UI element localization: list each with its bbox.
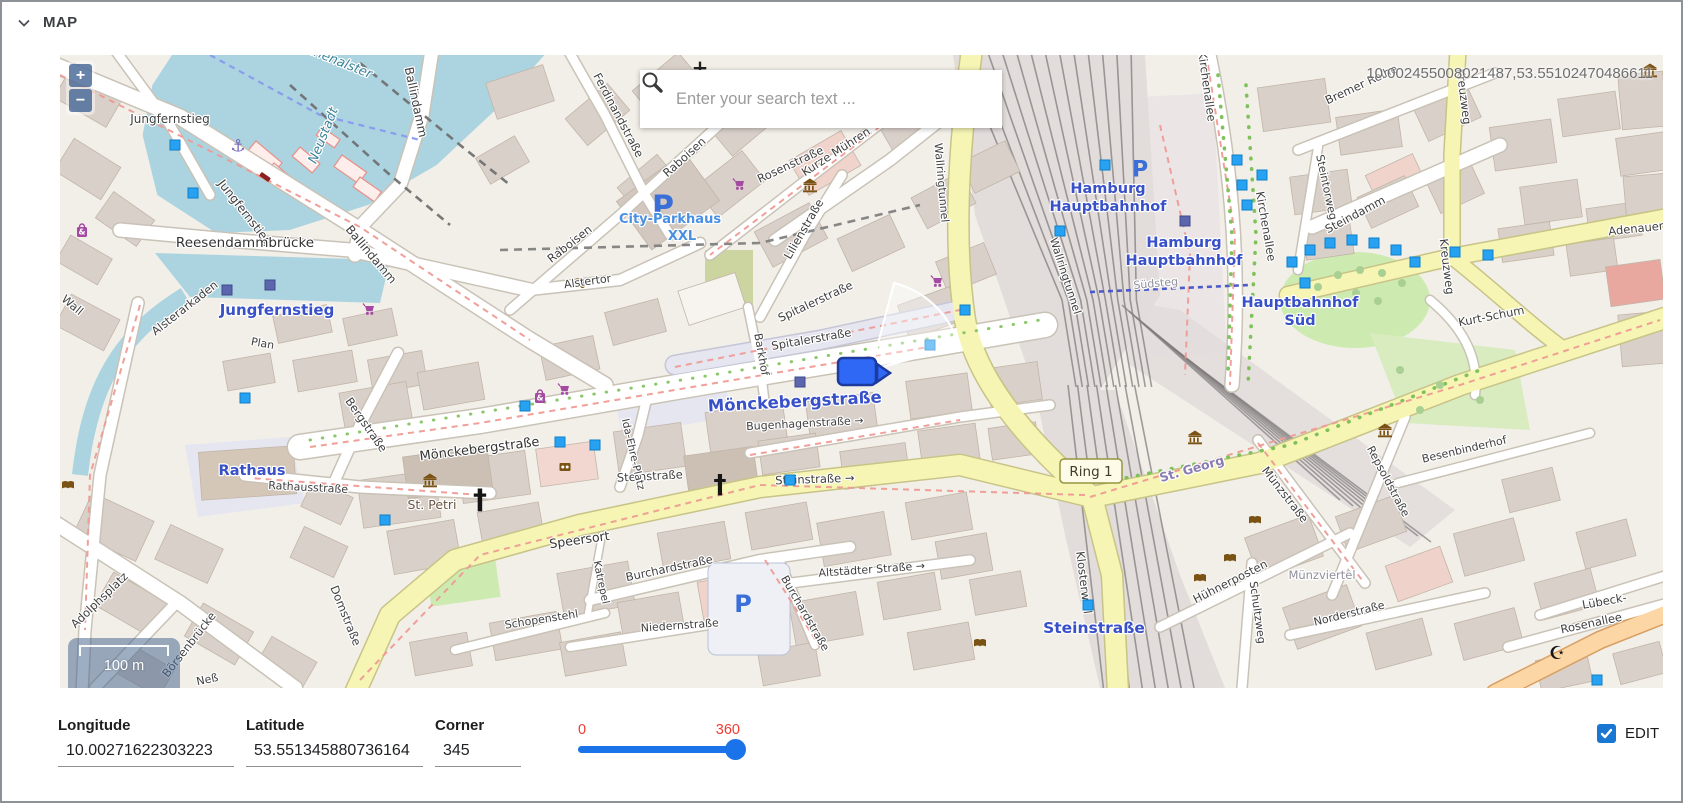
longitude-label: Longitude: [58, 717, 130, 734]
church-cross-icon: †: [714, 470, 727, 500]
map-label: Hauptbahnhof: [1126, 253, 1244, 269]
section-title: MAP: [43, 14, 78, 31]
vertex-handle[interactable]: [380, 515, 390, 525]
map-search[interactable]: [640, 70, 1002, 128]
station-square-marker: [1180, 216, 1190, 226]
map-section-header[interactable]: MAP: [17, 14, 78, 31]
map-label: Jungfernstieg: [219, 301, 335, 319]
map-label: St. Petri: [407, 497, 456, 512]
svg-text:†: †: [714, 470, 727, 500]
station-square-marker: [222, 285, 232, 295]
slider-max-label: 360: [716, 722, 740, 738]
parking-icon: P: [734, 590, 752, 618]
vertex-handle[interactable]: [785, 475, 795, 485]
map-label: Reesendammbrücke: [176, 235, 314, 251]
edit-toggle: EDIT: [1597, 724, 1659, 743]
map-label: Süd: [1284, 313, 1315, 329]
vertex-handle[interactable]: [1369, 238, 1379, 248]
vertex-handle[interactable]: [188, 188, 198, 198]
map-coordinates-readout: 10.002455008021487,53.55102470486611: [1366, 65, 1653, 82]
slider-min-label: 0: [578, 722, 586, 738]
vertex-handle[interactable]: [1483, 250, 1493, 260]
map-label: Hamburg: [1146, 235, 1221, 251]
scale-text: 100 m: [68, 658, 180, 674]
svg-text:&: &: [79, 227, 86, 236]
church-cross-icon: †: [473, 483, 487, 516]
map-label: Hauptbahnhof: [1050, 199, 1168, 215]
vertex-handle[interactable]: [1083, 600, 1093, 610]
search-input[interactable]: [674, 89, 968, 110]
station-square-marker: [795, 377, 805, 387]
svg-text:&: &: [537, 393, 544, 402]
map-label: XXL: [668, 229, 696, 244]
svg-text:Ring 1: Ring 1: [1069, 464, 1112, 480]
library-icon: [62, 481, 74, 488]
corner-input[interactable]: [435, 738, 521, 767]
library-icon: [1249, 516, 1261, 523]
scale-bar: 100 m: [68, 638, 180, 688]
library-icon: [1194, 574, 1206, 581]
vertex-handle[interactable]: [1232, 155, 1242, 165]
corner-label: Corner: [435, 717, 484, 734]
svg-text:P: P: [734, 590, 752, 618]
svg-text:☪: ☪: [1549, 643, 1565, 664]
vertex-handle[interactable]: [1257, 170, 1267, 180]
slider-track[interactable]: [578, 746, 742, 753]
corner-slider[interactable]: 0 360: [578, 722, 742, 766]
station-square-marker: [265, 280, 275, 290]
vertex-handle[interactable]: [1237, 180, 1247, 190]
latitude-input[interactable]: [246, 738, 423, 767]
map-label: City-Parkhaus: [619, 212, 721, 227]
svg-text:P: P: [1132, 157, 1148, 182]
map-label: Steinstraße: [1043, 619, 1145, 637]
vertex-handle[interactable]: [1391, 245, 1401, 255]
edit-label: EDIT: [1625, 725, 1659, 742]
zoom-control: + −: [66, 61, 95, 115]
vertex-handle[interactable]: [1055, 226, 1065, 236]
zoom-out-button[interactable]: −: [69, 89, 92, 112]
zoom-in-button[interactable]: +: [69, 64, 92, 87]
library-icon: [974, 639, 986, 646]
slider-fill: [578, 746, 735, 753]
camera-marker[interactable]: [838, 358, 876, 385]
vertex-handle[interactable]: [1592, 675, 1602, 685]
scale-line: [79, 645, 169, 656]
mosque-icon: ☪: [1549, 643, 1565, 664]
vertex-handle[interactable]: [1287, 257, 1297, 267]
latitude-label: Latitude: [246, 717, 304, 734]
vertex-handle[interactable]: [240, 393, 250, 403]
library-icon: [1224, 554, 1236, 561]
cinema-icon: [560, 463, 571, 471]
vertex-handle[interactable]: [1305, 245, 1315, 255]
map-label: Jungfernstieg: [129, 112, 210, 126]
vertex-handle[interactable]: [1300, 278, 1310, 288]
map-canvas[interactable]: &&††+☪PPP⚓ Ring 1 JungfernstiegJungferns…: [60, 55, 1663, 688]
vertex-handle[interactable]: [590, 440, 600, 450]
vertex-handle[interactable]: [1325, 238, 1335, 248]
vertex-handle[interactable]: [960, 305, 970, 315]
svg-text:†: †: [473, 483, 487, 516]
road-shield-ring1: Ring 1: [1060, 459, 1122, 483]
edit-checkbox[interactable]: [1597, 724, 1616, 743]
vertex-handle[interactable]: [1450, 247, 1460, 257]
chevron-down-icon: [17, 16, 31, 30]
vertex-handle[interactable]: [1410, 257, 1420, 267]
map-label: Rathaus: [219, 463, 286, 479]
vertex-handle[interactable]: [555, 437, 565, 447]
check-icon: [1600, 727, 1613, 740]
anchor-icon: ⚓: [230, 136, 245, 156]
vertex-handle[interactable]: [1242, 200, 1252, 210]
vertex-handle[interactable]: [1100, 160, 1110, 170]
longitude-input[interactable]: [58, 738, 234, 767]
map-label: Hamburg: [1070, 181, 1145, 197]
vertex-handle[interactable]: [170, 140, 180, 150]
map-label: Münzviertel: [1288, 568, 1355, 582]
vertex-handle[interactable]: [1347, 235, 1357, 245]
svg-text:⚓: ⚓: [230, 136, 245, 156]
parking-icon: P: [1132, 157, 1148, 182]
map-label: Hauptbahnhof: [1242, 295, 1360, 311]
slider-thumb[interactable]: [725, 739, 746, 760]
vertex-handle[interactable]: [520, 401, 530, 411]
